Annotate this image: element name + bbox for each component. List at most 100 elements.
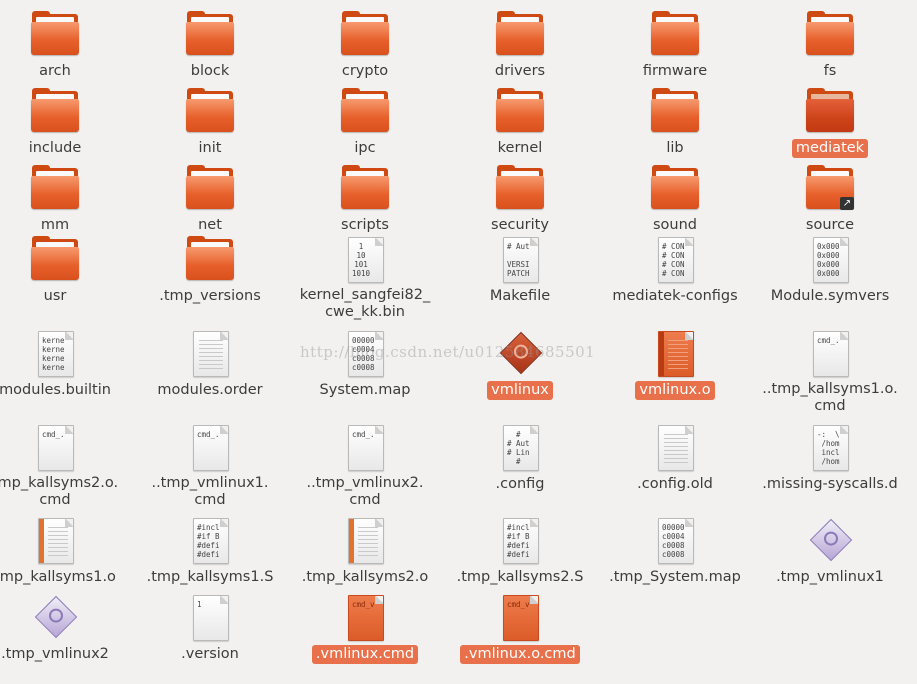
folder-icon — [650, 87, 700, 137]
file-name-label: .tmp_kallsyms2.o — [301, 569, 429, 585]
file-item-vmlinux-o-cmd[interactable]: cmd_v .vmlinux.o.cmd — [445, 593, 595, 664]
file-item-mediatek[interactable]: mediatek — [755, 87, 905, 158]
file-item-tmp-vmlinux1-cmd[interactable]: cmd_. ..tmp_vmlinux1. cmd — [135, 423, 285, 510]
file-name-label: .vmlinux.o.cmd — [460, 645, 580, 664]
file-item-tmp-kallsyms2-s[interactable]: #incl #if B #defi #defi .tmp_kallsyms2.S — [445, 516, 595, 587]
text-document-icon: 1 — [185, 593, 235, 643]
file-item-mediatek-configs[interactable]: # CON # CON # CON # CON mediatek-configs — [600, 235, 750, 306]
file-item-module-symvers[interactable]: 0x000 0x000 0x000 0x000 Module.symvers — [755, 235, 905, 306]
file-preview-text: # # Aut # Lin # — [507, 430, 530, 466]
folder-icon — [30, 10, 80, 60]
folder-icon — [340, 10, 390, 60]
folder-icon — [30, 235, 80, 285]
file-name-label: .config.old — [637, 476, 713, 492]
file-item-modules-order[interactable]: modules.order — [135, 329, 285, 400]
folder-icon — [185, 164, 235, 214]
text-document-icon: cmd_. — [30, 423, 80, 473]
text-document-icon — [185, 329, 235, 379]
file-item-vmlinux-o[interactable]: vmlinux.o — [600, 329, 750, 400]
file-name-label: modules.order — [157, 382, 263, 398]
file-item-system-map[interactable]: 00000 c0004 c0008 c0008 System.map — [290, 329, 440, 400]
file-preview-text: 00000 c0004 c0008 c0008 — [662, 523, 685, 559]
link-arrow-icon: ↗ — [840, 197, 854, 210]
file-item-vmlinux[interactable]: vmlinux — [445, 329, 595, 400]
folder-icon — [185, 87, 235, 137]
file-name-label: security — [491, 217, 549, 233]
file-item-tmp-kallsyms1-s[interactable]: #incl #if B #defi #defi .tmp_kallsyms1.S — [135, 516, 285, 587]
folder-icon — [805, 87, 855, 137]
file-name-label: .tmp_vmlinux2 — [1, 646, 109, 662]
file-item-tmp-vmlinux1[interactable]: .tmp_vmlinux1 — [755, 516, 905, 587]
file-name-label: net — [198, 217, 222, 233]
file-item-sound[interactable]: sound — [600, 164, 750, 235]
file-name-label: init — [198, 140, 222, 156]
file-item-source[interactable]: ↗ source — [755, 164, 905, 235]
text-document-icon: cmd_. — [805, 329, 855, 379]
file-item-fs[interactable]: fs — [755, 10, 905, 81]
file-item-lib[interactable]: lib — [600, 87, 750, 158]
file-item-version[interactable]: 1 .version — [135, 593, 285, 664]
file-name-label: .version — [181, 646, 239, 662]
folder-icon — [650, 10, 700, 60]
file-item-tmp-versions[interactable]: .tmp_versions — [135, 235, 285, 306]
file-name-label: ..tmp_vmlinux2. cmd — [306, 475, 424, 508]
file-item-tmp-kallsyms2-o-cmd[interactable]: cmd_. tmp_kallsyms2.o. cmd — [0, 423, 130, 510]
file-item-tmp-kallsyms1-o-cmd[interactable]: cmd_. ..tmp_kallsyms1.o. cmd — [755, 329, 905, 416]
file-name-label: kernel_sangfei82_ cwe_kk.bin — [299, 287, 431, 320]
file-item-crypto[interactable]: crypto — [290, 10, 440, 81]
file-item-init[interactable]: init — [135, 87, 285, 158]
file-item-arch[interactable]: arch — [0, 10, 130, 81]
file-item-kernel-sangfei82-cwe-kk-bin[interactable]: 1 10 101 1010 kernel_sangfei82_ cwe_kk.bin — [290, 235, 440, 322]
folder-icon — [495, 164, 545, 214]
file-item-tmp-vmlinux2[interactable]: .tmp_vmlinux2 — [0, 593, 130, 664]
file-item-mm[interactable]: mm — [0, 164, 130, 235]
file-name-label: drivers — [494, 63, 546, 79]
file-preview-text: # Aut VERSI PATCH — [507, 242, 530, 278]
text-document-icon: #incl #if B #defi #defi — [495, 516, 545, 566]
folder-icon — [650, 164, 700, 214]
file-name-label: ..tmp_kallsyms1.o. cmd — [762, 381, 898, 414]
text-document-icon — [650, 329, 700, 379]
text-document-icon — [30, 516, 80, 566]
file-name-label: usr — [43, 288, 67, 304]
file-item-config-old[interactable]: .config.old — [600, 423, 750, 494]
file-name-label: tmp_kallsyms2.o. cmd — [0, 475, 119, 508]
file-item-tmp-vmlinux2-cmd[interactable]: cmd_. ..tmp_vmlinux2. cmd — [290, 423, 440, 510]
file-item-tmp-kallsyms2-o[interactable]: .tmp_kallsyms2.o — [290, 516, 440, 587]
folder-icon — [495, 87, 545, 137]
file-item-vmlinux-cmd[interactable]: cmd_v .vmlinux.cmd — [290, 593, 440, 664]
file-name-label: fs — [823, 63, 837, 79]
folder-icon — [495, 10, 545, 60]
file-item-tmp-system-map[interactable]: 00000 c0004 c0008 c0008 .tmp_System.map — [600, 516, 750, 587]
text-document-icon: # Aut VERSI PATCH — [495, 235, 545, 285]
file-name-label: firmware — [642, 63, 708, 79]
file-preview-text: 1 — [197, 600, 202, 609]
file-name-label: System.map — [319, 382, 411, 398]
file-item-missing-syscalls-d[interactable]: -: \ /hom incl /hom .missing-syscalls.d — [755, 423, 905, 494]
file-item-firmware[interactable]: firmware — [600, 10, 750, 81]
file-name-label: .tmp_kallsyms2.S — [456, 569, 584, 585]
file-item-security[interactable]: security — [445, 164, 595, 235]
text-document-icon: cmd_v — [340, 593, 390, 643]
file-item-tmp-kallsyms1-o[interactable]: tmp_kallsyms1.o — [0, 516, 130, 587]
file-item-drivers[interactable]: drivers — [445, 10, 595, 81]
file-item-modules-builtin[interactable]: kerne kerne kerne kerne modules.builtin — [0, 329, 130, 400]
file-item-makefile[interactable]: # Aut VERSI PATCH Makefile — [445, 235, 595, 306]
file-item-scripts[interactable]: scripts — [290, 164, 440, 235]
file-preview-text: cmd_v — [507, 600, 530, 609]
file-name-label: Makefile — [489, 288, 551, 304]
file-item-include[interactable]: include — [0, 87, 130, 158]
file-item-config[interactable]: # # Aut # Lin # .config — [445, 423, 595, 494]
text-document-icon: 0x000 0x000 0x000 0x000 — [805, 235, 855, 285]
file-item-kernel[interactable]: kernel — [445, 87, 595, 158]
file-item-usr[interactable]: usr — [0, 235, 130, 306]
folder-icon — [340, 87, 390, 137]
file-preview-text: cmd_v — [352, 600, 375, 609]
text-document-icon: # # Aut # Lin # — [495, 423, 545, 473]
file-item-ipc[interactable]: ipc — [290, 87, 440, 158]
folder-icon — [805, 10, 855, 60]
file-item-block[interactable]: block — [135, 10, 285, 81]
file-item-net[interactable]: net — [135, 164, 285, 235]
text-document-icon: kerne kerne kerne kerne — [30, 329, 80, 379]
file-name-label: .tmp_versions — [159, 288, 261, 304]
